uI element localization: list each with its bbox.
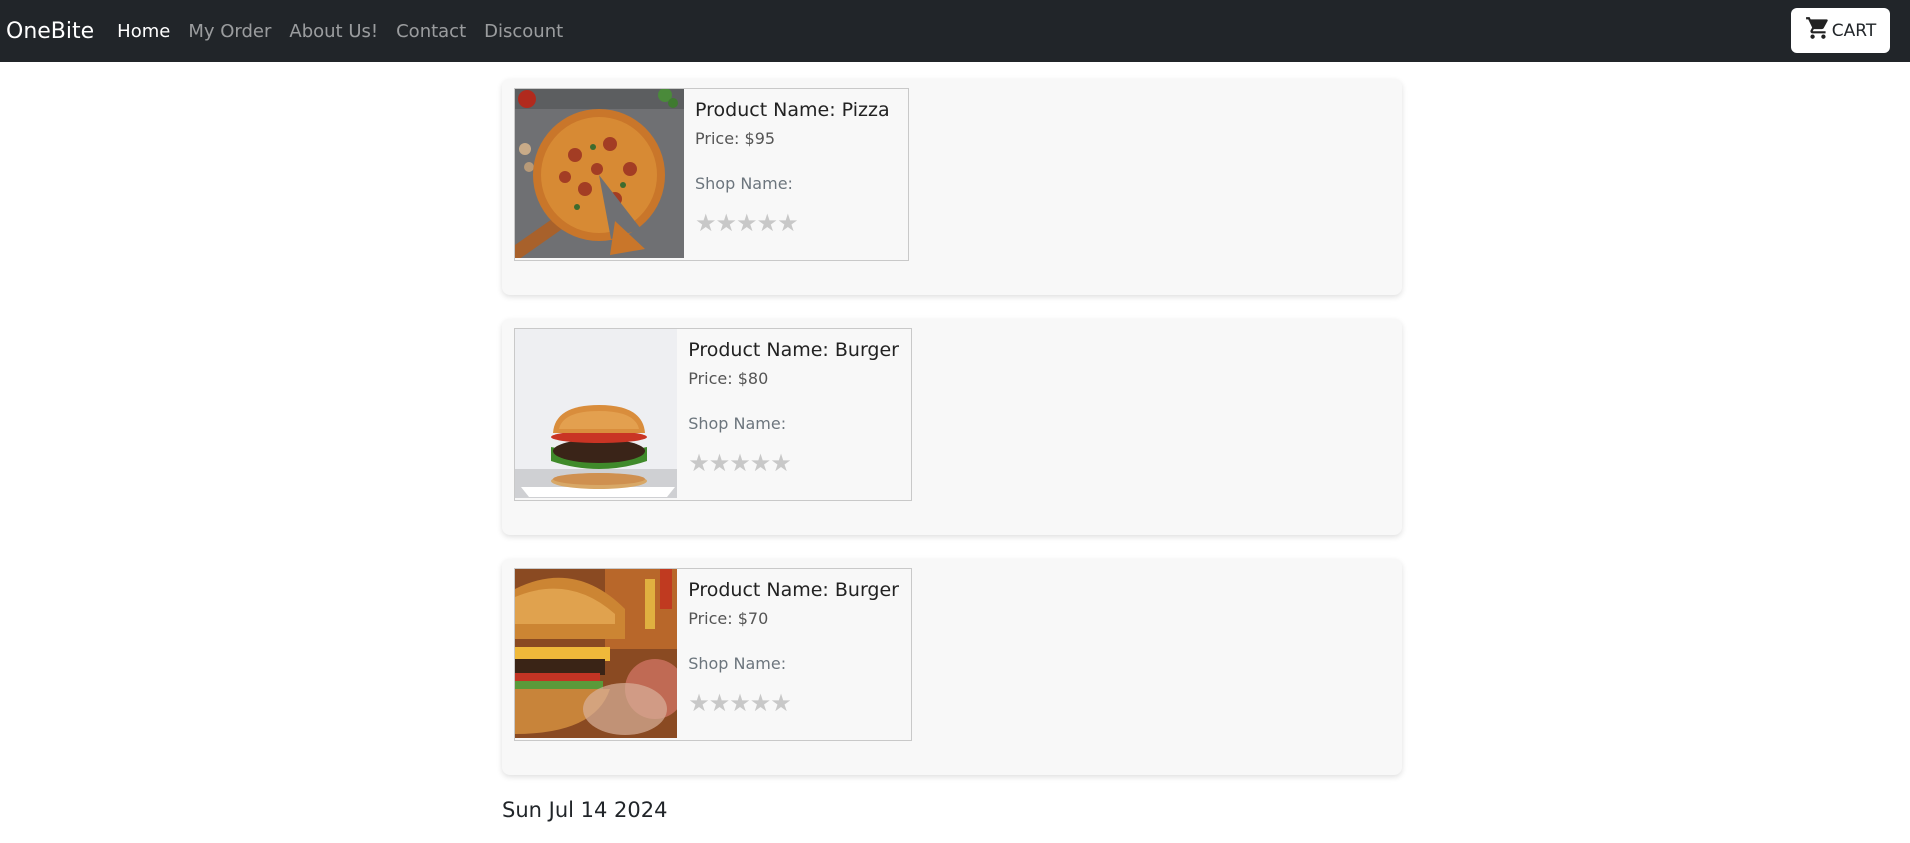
burger-image (515, 329, 678, 498)
cart-icon (1805, 15, 1832, 46)
rating-stars[interactable]: ★★★★★ (695, 211, 890, 235)
nav-link-discount[interactable]: Discount (484, 21, 563, 42)
product-price: Price: $80 (688, 369, 769, 388)
nav-link-about-us[interactable]: About Us! (289, 21, 378, 42)
product-info: Product Name: Burger Price: $70 Shop Nam… (677, 569, 911, 740)
shop-name: Shop Name: (688, 414, 787, 433)
cart-button[interactable]: CART (1791, 8, 1890, 53)
nav-link-my-order[interactable]: My Order (188, 21, 271, 42)
pizza-image (515, 89, 684, 258)
order-item: Product Name: Pizza Price: $95 Shop Name… (502, 79, 1402, 295)
product-card[interactable]: Product Name: Burger Price: $80 Shop Nam… (514, 328, 912, 501)
product-card[interactable]: Product Name: Pizza Price: $95 Shop Name… (514, 88, 909, 261)
cart-label: CART (1831, 20, 1877, 41)
product-name: Product Name: Burger (688, 579, 899, 601)
product-name: Product Name: Pizza (695, 99, 890, 121)
product-price: Price: $95 (695, 129, 776, 148)
shop-name: Shop Name: (695, 174, 793, 193)
product-info: Product Name: Burger Price: $80 Shop Nam… (677, 329, 911, 500)
order-item: Product Name: Burger Price: $80 Shop Nam… (502, 319, 1402, 535)
order-item: Product Name: Burger Price: $70 Shop Nam… (502, 559, 1402, 775)
product-name: Product Name: Burger (688, 339, 899, 361)
shop-name: Shop Name: (688, 654, 787, 673)
top-navbar: OneBite Home My Order About Us! Contact … (0, 0, 1910, 62)
product-info: Product Name: Pizza Price: $95 Shop Name… (684, 89, 902, 260)
rating-stars[interactable]: ★★★★★ (688, 691, 899, 715)
nav-link-home[interactable]: Home (117, 21, 170, 42)
product-price: Price: $70 (688, 609, 769, 628)
order-date: Sun Jul 14 2024 (502, 798, 668, 822)
nav-link-contact[interactable]: Contact (396, 21, 466, 42)
rating-stars[interactable]: ★★★★★ (688, 451, 899, 475)
cheeseburger-image (515, 569, 678, 738)
product-card[interactable]: Product Name: Burger Price: $70 Shop Nam… (514, 568, 912, 741)
brand-logo[interactable]: OneBite (6, 19, 94, 44)
